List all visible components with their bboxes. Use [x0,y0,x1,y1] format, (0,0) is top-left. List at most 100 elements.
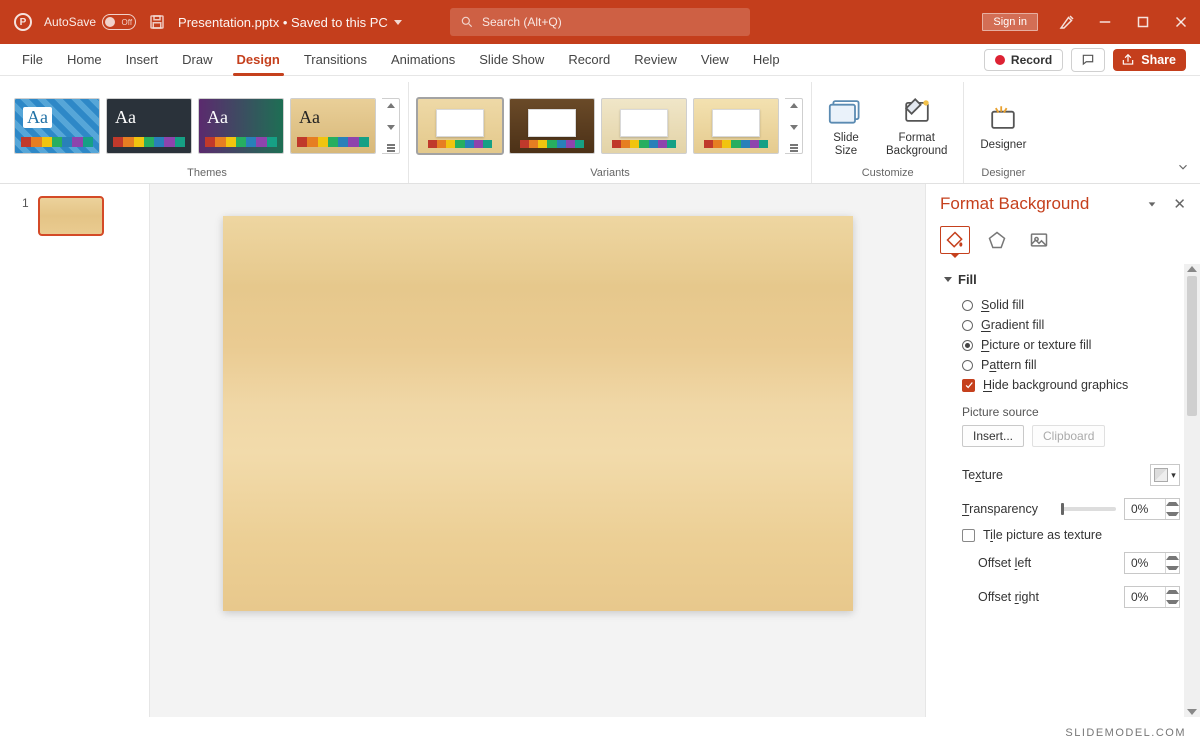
comment-icon [1080,53,1096,67]
fill-section-toggle[interactable]: Fill [944,268,1180,295]
texture-picker[interactable]: ▾ [1150,464,1180,486]
tab-help[interactable]: Help [741,44,792,75]
format-background-button[interactable]: Format Background [878,92,955,159]
tab-slideshow[interactable]: Slide Show [467,44,556,75]
fill-option-solid[interactable]: Solid fill [944,295,1180,315]
autosave-label: AutoSave [44,15,96,29]
chevron-down-icon [944,277,952,282]
offset-right-row: Offset right 0% [944,579,1180,613]
pane-tabs [926,220,1200,264]
insert-button[interactable]: Insert... [962,425,1024,447]
chevron-down-icon [1176,160,1190,174]
picture-source-label: Picture source [944,395,1180,423]
transparency-slider[interactable] [1061,507,1116,511]
pane-body: Fill Solid fill Gradient fill Picture or… [926,264,1200,717]
tab-review[interactable]: Review [622,44,689,75]
scroll-up-icon[interactable] [1187,266,1197,272]
watermark: SLIDEMODEL.COM [1065,727,1186,739]
theme-gallery[interactable]: Aa Aa Aa Aa [14,98,400,154]
minimize-icon[interactable] [1096,13,1114,31]
picture-icon [1029,230,1049,250]
tab-insert[interactable]: Insert [114,44,171,75]
designer-icon [985,101,1021,135]
signin-button[interactable]: Sign in [982,13,1038,31]
search-placeholder: Search (Alt+Q) [482,15,562,29]
ribbon-tab-extras: Record Share [984,48,1190,72]
pane-menu-icon[interactable] [1147,199,1157,209]
scroll-thumb[interactable] [1187,276,1197,416]
comments-button[interactable] [1071,48,1105,72]
variant-gallery[interactable] [417,98,803,154]
slide-thumbnail[interactable] [38,196,104,236]
pane-header: Format Background ✕ [926,184,1200,220]
paint-bucket-icon [945,230,965,250]
fill-option-pattern[interactable]: Pattern fill [944,355,1180,375]
variant-thumb[interactable] [417,98,503,154]
variant-thumb[interactable] [693,98,779,154]
pane-tab-effects[interactable] [982,226,1012,254]
slide-canvas-area[interactable] [150,184,925,717]
scroll-down-icon[interactable] [1187,709,1197,715]
ribbon-tabs: File Home Insert Draw Design Transitions… [0,44,1200,76]
offset-left-input[interactable]: 0% [1124,552,1180,574]
slide-number: 1 [22,196,29,210]
offset-right-input[interactable]: 0% [1124,586,1180,608]
titlebar-right: Sign in [982,0,1190,44]
pane-tab-fill[interactable] [940,226,970,254]
fill-option-gradient[interactable]: Gradient fill [944,315,1180,335]
theme-thumb[interactable]: Aa [290,98,376,154]
close-icon[interactable] [1172,13,1190,31]
designer-button[interactable]: Designer [972,99,1034,153]
slide-canvas[interactable] [223,216,853,611]
variant-gallery-more[interactable] [785,98,803,154]
pane-scrollbar[interactable] [1184,264,1200,717]
tab-animations[interactable]: Animations [379,44,467,75]
tab-design[interactable]: Design [225,44,292,75]
tab-home[interactable]: Home [55,44,114,75]
theme-thumb[interactable]: Aa [14,98,100,154]
radio-icon [962,360,973,371]
customize-label: Customize [862,165,914,183]
variant-thumb[interactable] [509,98,595,154]
tab-transitions[interactable]: Transitions [292,44,379,75]
transparency-input[interactable]: 0% [1124,498,1180,520]
variants-label: Variants [590,165,630,183]
ribbon-group-themes: Aa Aa Aa Aa Themes [6,82,409,183]
theme-gallery-more[interactable] [382,98,400,154]
save-icon[interactable] [148,13,166,31]
workspace: 1 Format Background ✕ Fill [0,184,1200,717]
ribbon-group-customize: Slide Size Format Background Customize [812,82,964,183]
slide-size-icon [828,94,864,128]
share-button[interactable]: Share [1113,49,1186,71]
ribbon-tab-list: File Home Insert Draw Design Transitions… [10,44,792,75]
hide-bg-checkbox[interactable]: Hide background graphics [944,375,1180,395]
format-background-pane: Format Background ✕ Fill Solid fill Grad… [925,184,1200,717]
variant-thumb[interactable] [601,98,687,154]
coming-soon-icon[interactable] [1058,13,1076,31]
autosave[interactable]: AutoSave Off [44,14,136,30]
pane-tab-picture[interactable] [1024,226,1054,254]
pane-title: Format Background [940,194,1089,214]
tab-record[interactable]: Record [556,44,622,75]
slide-size-button[interactable]: Slide Size [820,92,872,159]
fill-option-picture[interactable]: Picture or texture fill [944,335,1180,355]
powerpoint-window: P AutoSave Off Presentation.pptx • Saved… [0,0,1200,743]
theme-thumb[interactable]: Aa [106,98,192,154]
search-input[interactable]: Search (Alt+Q) [450,8,750,36]
designer-label: Designer [981,165,1025,183]
file-title[interactable]: Presentation.pptx • Saved to this PC [178,15,402,30]
tab-file[interactable]: File [10,44,55,75]
tab-view[interactable]: View [689,44,741,75]
texture-label: Texture [962,468,1003,482]
maximize-icon[interactable] [1134,13,1152,31]
pane-close-button[interactable]: ✕ [1173,195,1186,213]
ribbon-collapse-button[interactable] [1176,160,1190,177]
tile-checkbox[interactable]: Tile picture as texture [944,525,1180,545]
autosave-toggle[interactable]: Off [102,14,136,30]
slide-thumbnail-list[interactable]: 1 [0,184,150,717]
record-button[interactable]: Record [984,49,1063,71]
theme-thumb[interactable]: Aa [198,98,284,154]
themes-label: Themes [187,165,227,183]
offset-right-label: Offset right [978,590,1039,604]
tab-draw[interactable]: Draw [170,44,224,75]
